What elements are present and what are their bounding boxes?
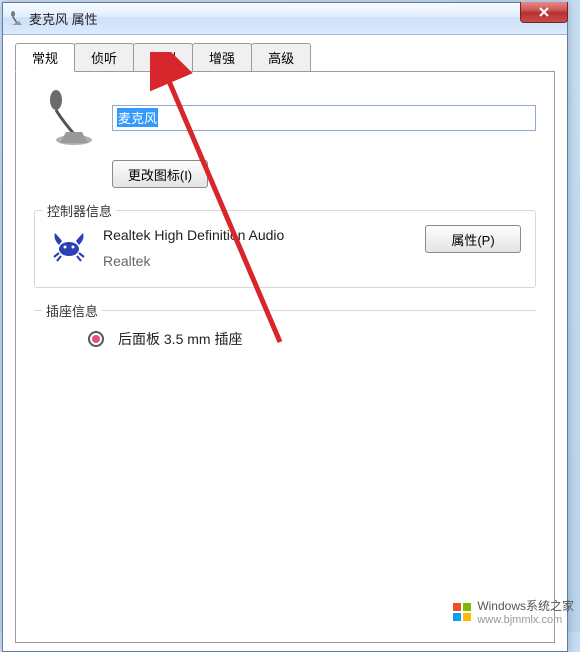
jack-row: 后面板 3.5 mm 插座 [48,329,522,349]
tab-strip: 常规 侦听 级别 增强 高级 [15,43,555,71]
titlebar: 麦克风 属性 [3,3,567,35]
tab-panel-general: 麦克风 更改图标(I) 控制器信息 [15,71,555,643]
tab-advanced[interactable]: 高级 [251,43,311,71]
window-title: 麦克风 属性 [29,9,98,28]
controller-text: Realtek High Definition Audio Realtek [103,225,411,269]
realtek-crab-icon [49,225,89,265]
tab-enhancements[interactable]: 增强 [192,43,252,71]
microphone-icon [7,11,23,27]
tab-label: 增强 [209,51,235,66]
properties-window: 麦克风 属性 常规 侦听 级别 增强 高级 麦克风 [2,2,568,652]
tab-listen[interactable]: 侦听 [74,43,134,71]
window-close-button[interactable] [520,2,568,23]
group-label: 控制器信息 [43,201,116,220]
jack-info-group: 插座信息 后面板 3.5 mm 插座 [34,310,536,489]
tab-label: 常规 [32,51,58,66]
tab-general[interactable]: 常规 [15,43,75,72]
tab-label: 侦听 [91,51,117,66]
device-header-row: 麦克风 [34,88,536,148]
content-area: 常规 侦听 级别 增强 高级 麦克风 更改图标(I) [3,35,567,651]
change-icon-button[interactable]: 更改图标(I) [112,160,208,188]
controller-name: Realtek High Definition Audio [103,227,411,243]
group-label: 插座信息 [42,301,102,320]
jack-color-icon [88,331,104,347]
device-name-input[interactable]: 麦克风 [112,105,536,131]
controller-info-group: 控制器信息 Realtek High Definition Audio Real… [34,210,536,288]
close-icon [539,7,549,17]
properties-button-col: 属性(P) [425,225,521,253]
controller-row: Realtek High Definition Audio Realtek 属性… [49,225,521,269]
tab-label: 高级 [268,51,294,66]
jack-description: 后面板 3.5 mm 插座 [118,329,242,349]
device-name-value: 麦克风 [117,108,158,127]
controller-vendor: Realtek [103,253,411,269]
tab-label: 级别 [150,51,176,66]
device-illustration-icon [34,88,94,148]
controller-properties-button[interactable]: 属性(P) [425,225,521,253]
change-icon-row: 更改图标(I) [34,160,536,188]
tab-levels[interactable]: 级别 [133,43,193,71]
